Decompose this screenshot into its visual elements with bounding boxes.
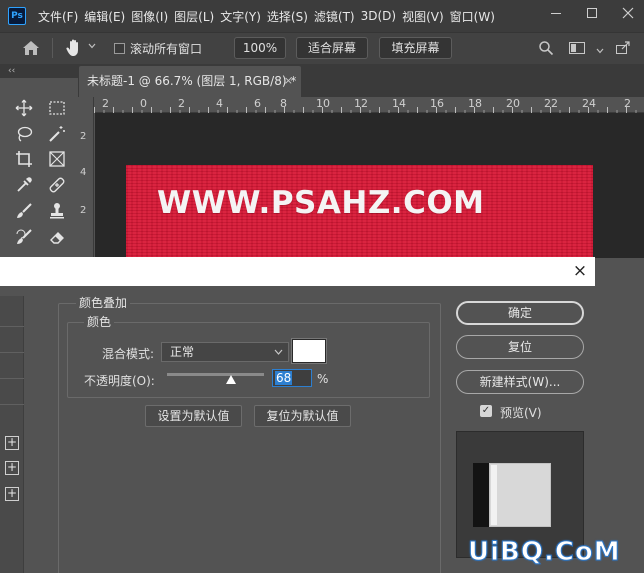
- chevron-down-icon: [274, 343, 283, 368]
- document-tab-title: 未标题-1 @ 66.7% (图层 1, RGB/8) *: [87, 74, 297, 88]
- blend-mode-label: 混合模式:: [102, 347, 155, 361]
- scroll-all-windows-checkbox[interactable]: [114, 43, 125, 54]
- menu-type[interactable]: 文字(Y): [220, 8, 267, 25]
- share-icon[interactable]: [614, 40, 632, 56]
- ruler-tick: 4: [80, 167, 87, 178]
- menu-select[interactable]: 选择(S): [267, 8, 314, 25]
- blend-mode-value: 正常: [170, 345, 195, 359]
- preview-label: 预览(V): [500, 406, 542, 420]
- photoshop-logo-icon: Ps: [8, 7, 26, 25]
- menu-filter[interactable]: 滤镜(T): [314, 8, 361, 25]
- new-style-button[interactable]: 新建样式(W)...: [456, 370, 584, 394]
- main-menu: 文件(F) 编辑(E) 图像(I) 图层(L) 文字(Y) 选择(S) 滤镜(T…: [38, 0, 501, 32]
- layer-style-dialog-titlebar[interactable]: [0, 257, 595, 286]
- blend-mode-select[interactable]: 正常: [161, 342, 289, 362]
- styles-list-row[interactable]: [0, 378, 24, 379]
- search-icon[interactable]: [538, 40, 554, 56]
- maximize-icon[interactable]: [574, 0, 610, 32]
- eyedropper-tool-icon[interactable]: [12, 173, 36, 197]
- menu-window[interactable]: 窗口(W): [450, 8, 501, 25]
- crop-tool-icon[interactable]: [12, 147, 36, 171]
- window-close-icon[interactable]: [610, 0, 644, 32]
- reset-default-button[interactable]: 复位为默认值: [254, 405, 351, 427]
- workspace-icon[interactable]: [568, 40, 588, 56]
- ruler-tick: 2: [80, 131, 87, 142]
- color-overlay-title: 颜色叠加: [76, 296, 131, 310]
- toolbox-collapse-icon[interactable]: ‹‹: [0, 64, 78, 78]
- menu-view[interactable]: 视图(V): [402, 8, 450, 25]
- add-inner-shadow-icon[interactable]: +: [5, 461, 19, 475]
- preview-light-square: [489, 463, 551, 527]
- lasso-tool-icon[interactable]: [12, 122, 36, 146]
- healing-brush-tool-icon[interactable]: [45, 173, 69, 197]
- document-tab[interactable]: 未标题-1 @ 66.7% (图层 1, RGB/8) * ×: [79, 66, 301, 97]
- opacity-value: 68: [275, 371, 293, 385]
- preview-checkbox[interactable]: ✓: [480, 405, 492, 417]
- document-tab-close-icon[interactable]: ×: [284, 66, 293, 96]
- preview-dark-strip: [473, 463, 489, 527]
- hand-tool-icon[interactable]: [64, 38, 84, 58]
- hand-tool-dropdown-chevron-icon[interactable]: [88, 42, 96, 53]
- set-default-button[interactable]: 设置为默认值: [145, 405, 242, 427]
- overlay-color-swatch[interactable]: [292, 339, 326, 363]
- fill-screen-button[interactable]: 填充屏幕: [379, 37, 452, 59]
- brush-tool-icon[interactable]: [12, 199, 36, 223]
- canvas-text: WWW.PSAHZ.COM: [157, 185, 485, 221]
- options-separator: [52, 38, 53, 58]
- reset-button[interactable]: 复位: [456, 335, 584, 359]
- history-brush-tool-icon[interactable]: [12, 225, 36, 249]
- watermark-text: UiBQ.CoM: [468, 537, 621, 568]
- zoom-100-button[interactable]: 100%: [234, 37, 286, 59]
- styles-list-row[interactable]: [0, 326, 24, 327]
- move-tool-icon[interactable]: [12, 96, 36, 120]
- frame-tool-icon[interactable]: [45, 147, 69, 171]
- horizontal-ruler: 2 0 2 4 6 8 10 12 14 16 18 20 22 24 2: [94, 97, 644, 113]
- add-color-overlay-icon[interactable]: +: [5, 487, 19, 501]
- styles-list-row[interactable]: [0, 352, 24, 353]
- scroll-all-windows-label: 滚动所有窗口: [130, 42, 203, 56]
- opacity-label: 不透明度(O):: [84, 374, 155, 388]
- dialog-close-icon[interactable]: ×: [568, 258, 592, 284]
- menu-3d[interactable]: 3D(D): [361, 9, 402, 23]
- clone-stamp-tool-icon[interactable]: [45, 199, 69, 223]
- workspace-chevron-icon[interactable]: [596, 44, 604, 58]
- styles-list-row[interactable]: [0, 404, 24, 405]
- menu-edit[interactable]: 编辑(E): [84, 8, 131, 25]
- home-icon[interactable]: [22, 40, 40, 56]
- color-subgroup-title: 颜色: [84, 315, 115, 329]
- opacity-slider-handle[interactable]: [226, 375, 236, 384]
- eraser-tool-icon[interactable]: [45, 225, 69, 249]
- ruler-tick: 2: [80, 205, 87, 216]
- vertical-ruler: 2 4 2: [78, 97, 94, 257]
- opacity-input[interactable]: 68: [272, 369, 312, 387]
- preview-highlight-strip: [491, 465, 497, 525]
- menu-layer[interactable]: 图层(L): [174, 8, 220, 25]
- menu-file[interactable]: 文件(F): [38, 8, 84, 25]
- ok-button[interactable]: 确定: [456, 301, 584, 325]
- minimize-icon[interactable]: [538, 0, 574, 32]
- opacity-unit: %: [317, 372, 329, 386]
- opacity-slider[interactable]: [167, 373, 264, 376]
- marquee-tool-icon[interactable]: [45, 96, 69, 120]
- menu-image[interactable]: 图像(I): [131, 8, 174, 25]
- fit-screen-button[interactable]: 适合屏幕: [296, 37, 368, 59]
- add-stroke-icon[interactable]: +: [5, 436, 19, 450]
- magic-wand-tool-icon[interactable]: [45, 122, 69, 146]
